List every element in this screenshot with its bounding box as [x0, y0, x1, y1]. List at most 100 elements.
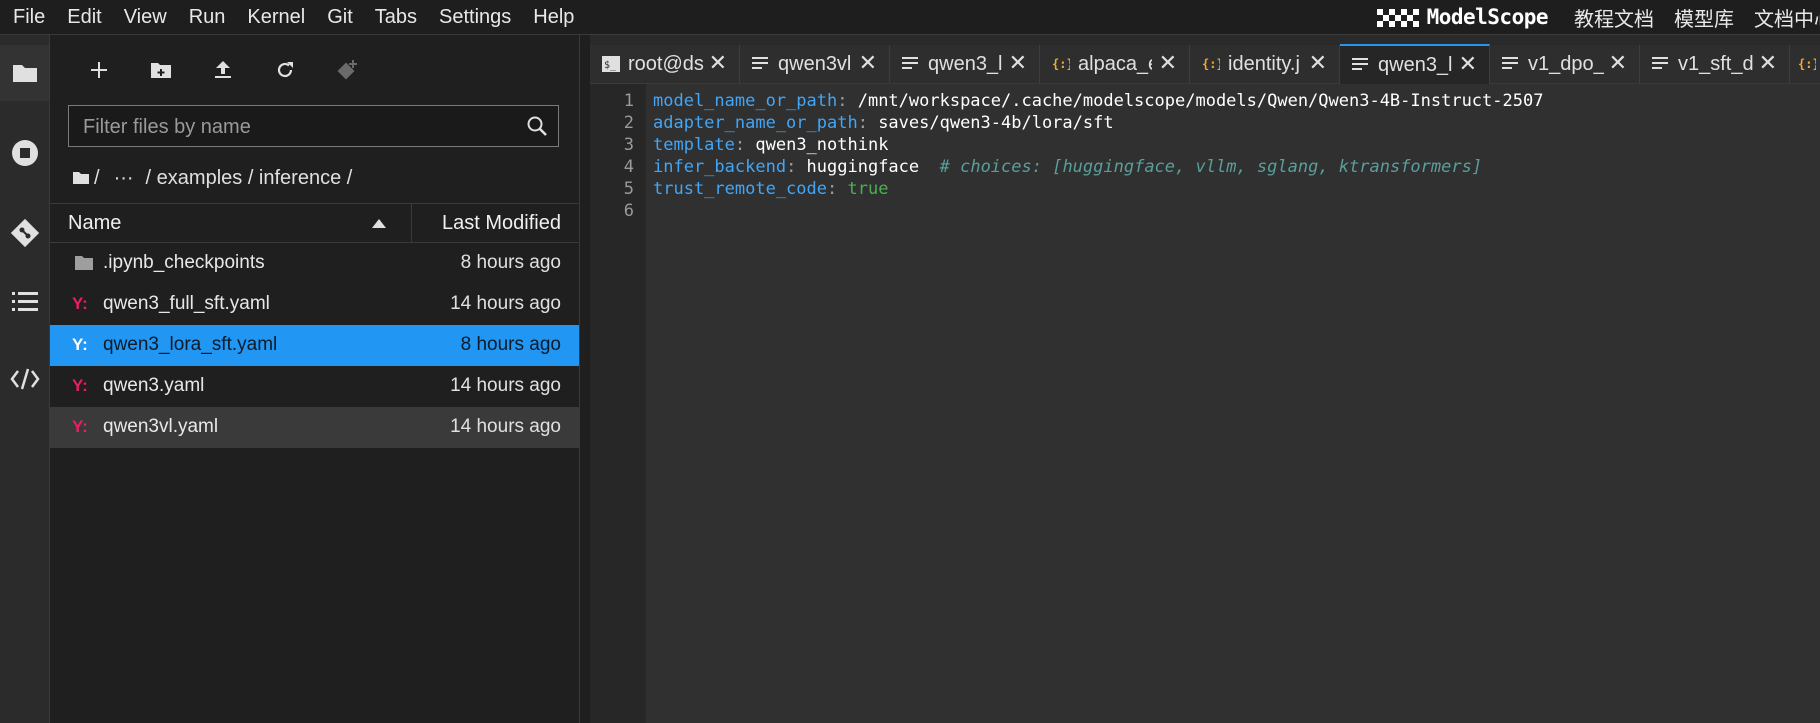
yaml-colon: : — [837, 91, 858, 111]
tab-identity[interactable]: {:} identity.j ✕ — [1190, 45, 1340, 83]
table-of-contents-tab[interactable] — [0, 273, 49, 329]
close-icon[interactable]: ✕ — [1459, 52, 1477, 76]
tab-label: v1_dpo_c — [1528, 53, 1604, 75]
git-tab[interactable] — [0, 205, 49, 261]
running-sessions-tab[interactable] — [0, 125, 49, 181]
tab-v1-dpo[interactable]: v1_dpo_c ✕ — [1490, 45, 1640, 83]
code-editor[interactable]: 1 2 3 4 5 6 model_name_or_path: /mnt/wor… — [590, 84, 1820, 723]
tab-v1-sft[interactable]: v1_sft_de ✕ — [1640, 45, 1790, 83]
modelscope-logo-icon — [1376, 9, 1419, 27]
breadcrumb-root[interactable]: / — [94, 167, 100, 190]
activity-bar — [0, 35, 50, 723]
menu-git[interactable]: Git — [316, 0, 364, 34]
column-name[interactable]: Name — [68, 212, 121, 235]
close-icon[interactable]: ✕ — [1159, 51, 1177, 75]
tab-alpaca[interactable]: {:} alpaca_e ✕ — [1040, 45, 1190, 83]
menu-tabs[interactable]: Tabs — [364, 0, 428, 34]
file-modified: 14 hours ago — [450, 375, 561, 396]
tab-terminal[interactable]: $_ root@ds ✕ — [590, 45, 740, 83]
code-line: template: qwen3_nothink — [653, 135, 888, 155]
new-folder-icon — [151, 63, 171, 78]
text-file-icon — [1652, 57, 1668, 69]
close-icon[interactable]: ✕ — [1309, 51, 1327, 75]
tab-qwen3-lora-active[interactable]: qwen3_lc ✕ — [1340, 44, 1490, 84]
line-number: 4 — [623, 157, 634, 177]
text-file-icon — [902, 57, 918, 69]
upload-button[interactable] — [208, 55, 238, 85]
tab-label: identity.j — [1228, 53, 1300, 75]
sort-ascending-icon[interactable] — [372, 219, 386, 228]
yaml-file-icon: Y: — [72, 376, 88, 395]
code-icon — [9, 368, 40, 390]
filter-input[interactable] — [81, 106, 525, 148]
breadcrumb-ellipsis[interactable]: ··· — [114, 167, 134, 190]
menu-file[interactable]: File — [0, 0, 56, 34]
tab-label: v1_sft_de — [1678, 53, 1754, 75]
breadcrumb-path[interactable]: / examples / inference / — [146, 167, 353, 190]
menu-run[interactable]: Run — [178, 0, 237, 34]
file-browser-panel: / ··· / examples / inference / Name Last… — [50, 35, 580, 723]
file-row[interactable]: .ipynb_checkpoints 8 hours ago — [50, 243, 579, 284]
close-icon[interactable]: ✕ — [709, 51, 727, 75]
svg-text:$_: $_ — [604, 60, 617, 71]
file-row[interactable]: Y: qwen3_full_sft.yaml 14 hours ago — [50, 284, 579, 325]
text-file-icon — [752, 57, 768, 69]
menubar: File Edit View Run Kernel Git Tabs Setti… — [0, 0, 1820, 35]
text-file-icon — [1352, 58, 1368, 70]
folder-icon — [12, 65, 37, 82]
file-browser-toolbar — [50, 35, 579, 103]
file-browser-tab[interactable] — [0, 45, 49, 101]
yaml-colon: : — [786, 157, 807, 177]
yaml-boolean: true — [847, 179, 889, 199]
tab-qwen3-lora-1[interactable]: qwen3_lc ✕ — [890, 45, 1040, 83]
yaml-value: huggingface — [806, 157, 920, 177]
column-last-modified[interactable]: Last Modified — [442, 212, 561, 235]
upload-icon — [215, 61, 231, 78]
yaml-value: saves/qwen3-4b/lora/sft — [878, 113, 1114, 133]
refresh-button[interactable] — [270, 55, 300, 85]
extensions-tab[interactable] — [0, 351, 49, 407]
menu-edit[interactable]: Edit — [56, 0, 112, 34]
tab-label: alpaca_e — [1078, 53, 1152, 75]
link-doc-center[interactable]: 文档中心 — [1754, 3, 1820, 32]
git-icon — [10, 218, 39, 248]
tab-overflow[interactable]: {:} — [1790, 45, 1820, 83]
tab-label: qwen3_lc — [1378, 54, 1452, 76]
menu-kernel[interactable]: Kernel — [236, 0, 316, 34]
folder-icon — [75, 256, 93, 270]
file-row-selected[interactable]: Y: qwen3_lora_sft.yaml 8 hours ago — [50, 325, 579, 366]
tab-label: qwen3vl_ — [778, 53, 850, 75]
new-launcher-button[interactable] — [84, 55, 114, 85]
new-folder-button[interactable] — [146, 55, 176, 85]
git-clone-icon — [337, 60, 357, 80]
menu-view[interactable]: View — [113, 0, 178, 34]
tab-qwen3vl[interactable]: qwen3vl_ ✕ — [740, 45, 890, 83]
code-line: trust_remote_code: true — [653, 179, 888, 199]
brand-name: ModelScope — [1426, 5, 1549, 29]
stop-circle-icon — [11, 140, 38, 166]
yaml-colon: : — [857, 113, 879, 133]
close-icon[interactable]: ✕ — [859, 51, 877, 75]
file-row[interactable]: Y: qwen3.yaml 14 hours ago — [50, 366, 579, 407]
menu-settings[interactable]: Settings — [428, 0, 522, 34]
modelscope-logo[interactable]: ModelScope — [1376, 5, 1549, 29]
close-icon[interactable]: ✕ — [1609, 51, 1627, 75]
link-model-library[interactable]: 模型库 — [1674, 3, 1734, 32]
close-icon[interactable]: ✕ — [1009, 51, 1027, 75]
link-tutorials[interactable]: 教程文档 — [1574, 3, 1654, 32]
column-separator[interactable] — [411, 204, 412, 242]
menu-help[interactable]: Help — [522, 0, 585, 34]
file-name: qwen3vl.yaml — [103, 416, 219, 437]
json-icon: {:} — [1052, 57, 1070, 71]
yaml-file-icon: Y: — [72, 294, 88, 313]
git-clone-button[interactable] — [332, 55, 362, 85]
line-number: 3 — [623, 135, 634, 155]
file-modified: 8 hours ago — [460, 334, 561, 355]
yaml-key: infer_backend — [653, 157, 787, 177]
file-name: qwen3_lora_sft.yaml — [103, 334, 278, 355]
close-icon[interactable]: ✕ — [1759, 51, 1777, 75]
home-folder-icon[interactable] — [72, 171, 90, 185]
file-row-hovered[interactable]: Y: qwen3vl.yaml 14 hours ago — [50, 407, 579, 448]
brand-area: ModelScope 教程文档 模型库 文档中心 — [1376, 0, 1820, 34]
file-list-header: Name Last Modified — [50, 203, 579, 243]
